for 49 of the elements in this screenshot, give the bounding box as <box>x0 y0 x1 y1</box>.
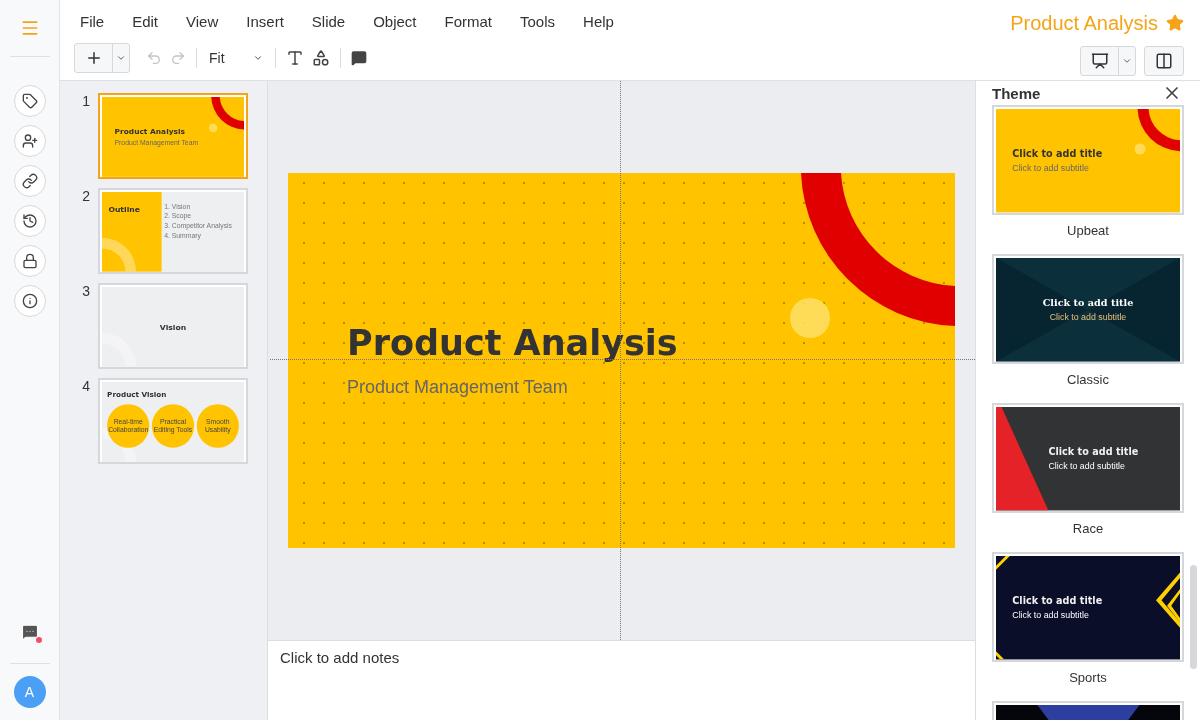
panel-icon <box>1155 52 1173 70</box>
menu-item[interactable]: File <box>74 13 111 30</box>
theme-name: Upbeat <box>1067 223 1109 238</box>
slide-title: Click to add title <box>1012 595 1103 607</box>
menu-item[interactable]: Format <box>438 13 499 30</box>
slide-number: 1 <box>81 93 90 111</box>
theme-name: Race <box>1072 521 1104 536</box>
slide-canvas[interactable]: Product Analysis Product Management Team <box>288 173 955 548</box>
scrollbar[interactable] <box>1190 565 1197 669</box>
ring-drawing <box>208 97 244 133</box>
slide-subtitle: Click to add subtitle <box>1049 312 1127 323</box>
slide-title: Click to add title <box>1042 297 1134 309</box>
slide-title: Product Analysis <box>347 323 678 363</box>
history-icon[interactable] <box>13 205 46 237</box>
add-person-icon[interactable] <box>13 125 46 157</box>
arc-drawing <box>102 332 137 367</box>
comment-icon[interactable] <box>349 48 369 68</box>
theme-name: Classic <box>1067 372 1109 387</box>
slide-subtitle: Product Management Team <box>347 377 568 398</box>
chat-icon[interactable] <box>20 623 39 641</box>
lock-icon[interactable] <box>13 245 46 277</box>
slide-number: 3 <box>81 283 90 301</box>
menu-item[interactable]: Edit <box>126 13 165 30</box>
slide-subtitle: Click to add subtitle <box>1048 461 1125 472</box>
ring-drawing <box>1134 109 1180 155</box>
zoom-select[interactable]: Fit <box>205 50 267 66</box>
slide-subtitle: Click to add subtitle <box>1012 610 1089 621</box>
slide-number: 4 <box>81 378 90 396</box>
star-icon[interactable] <box>1166 14 1184 32</box>
screen-icon <box>1090 52 1109 70</box>
caret-icon <box>253 53 263 63</box>
arc-drawing <box>102 237 137 272</box>
menu-item[interactable]: Insert <box>240 13 290 30</box>
panel-title: Theme <box>992 84 1041 102</box>
menu-item[interactable]: Slide <box>305 13 352 30</box>
menu-item[interactable]: Help <box>577 13 620 30</box>
menu-item[interactable]: View <box>180 13 225 30</box>
slide-title: Click to add title <box>1012 148 1103 160</box>
unread-dot <box>35 637 42 643</box>
tag-icon[interactable] <box>13 85 46 117</box>
slide-title: Click to add title <box>1048 446 1139 458</box>
link-icon[interactable] <box>13 165 46 197</box>
menu-item[interactable]: Tools <box>514 13 562 30</box>
menu-item[interactable]: Object <box>367 13 423 30</box>
theme-name: Sports <box>1069 670 1107 685</box>
slide-number: 2 <box>81 188 90 206</box>
side-panel-button[interactable] <box>1144 46 1184 76</box>
info-icon[interactable] <box>13 285 46 317</box>
slide-subtitle: Click to add subtitle <box>1012 163 1089 174</box>
